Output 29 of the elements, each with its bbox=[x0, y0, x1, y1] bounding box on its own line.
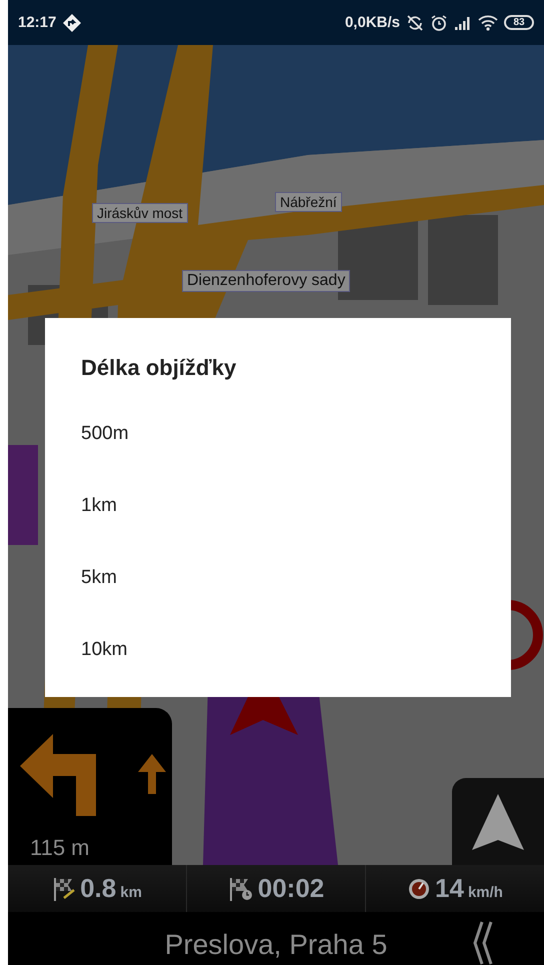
double-chevron-left-icon[interactable] bbox=[472, 920, 494, 965]
trip-time-value: 00:02 bbox=[258, 873, 324, 904]
status-time: 12:17 bbox=[18, 14, 56, 31]
alarm-icon bbox=[430, 14, 448, 32]
finish-flag-clock-icon bbox=[228, 876, 254, 902]
trip-distance-value: 0.8 bbox=[80, 873, 116, 904]
trip-speed-unit: km/h bbox=[468, 884, 503, 901]
map-label: Jiráskův most bbox=[92, 203, 188, 223]
network-speed: 0,0KB/s bbox=[344, 14, 400, 31]
trip-speed-value: 14 bbox=[435, 873, 464, 904]
dialog-title: Délka objížďky bbox=[81, 354, 236, 382]
maneuver-distance: 115 m bbox=[30, 835, 90, 861]
dialog-option[interactable]: 1km bbox=[45, 470, 511, 542]
compass-button[interactable] bbox=[452, 778, 544, 865]
navigation-arrow-icon bbox=[470, 792, 526, 852]
wifi-icon bbox=[478, 14, 498, 30]
finish-flag-icon bbox=[52, 876, 76, 902]
signal-icon bbox=[454, 14, 472, 30]
street-name: Preslova, Praha 5 bbox=[164, 928, 388, 960]
trip-distance-unit: km bbox=[120, 884, 142, 901]
dialog-option[interactable]: 5km bbox=[45, 542, 511, 614]
navigation-icon bbox=[62, 12, 82, 32]
straight-arrow-icon bbox=[138, 754, 166, 794]
dialog-option[interactable]: 500m bbox=[45, 398, 511, 470]
sync-off-icon bbox=[406, 14, 424, 32]
dialog-option[interactable]: 10km bbox=[45, 614, 511, 686]
map-label: Nábřežní bbox=[275, 192, 342, 212]
battery-indicator: 83 bbox=[504, 15, 534, 30]
map-label: Dienzenhoferovy sady bbox=[182, 270, 350, 292]
